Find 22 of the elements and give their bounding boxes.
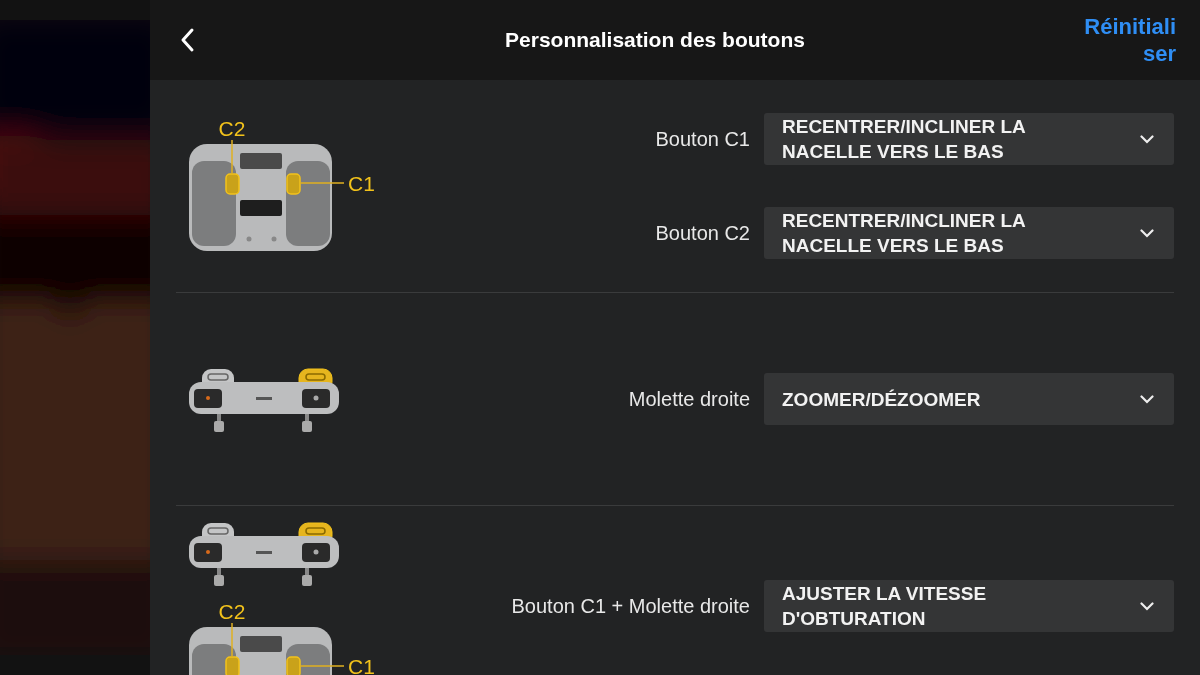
chevron-down-icon — [1140, 394, 1154, 404]
leader-line — [231, 139, 233, 175]
reset-button[interactable]: Réinitialiser — [1080, 13, 1176, 67]
callout-label: C2 — [218, 117, 246, 140]
setting-label: Molette droite — [628, 387, 750, 411]
setting-label: Bouton C1 + Molette droite — [511, 594, 750, 618]
page-title: Personnalisation des boutons — [504, 28, 806, 52]
leader-line — [299, 665, 345, 667]
callout-label: C1 — [348, 172, 375, 195]
dropdown[interactable]: RECENTRER/INCLINER LA NACELLE VERS LE BAS — [764, 113, 1174, 165]
setting-label: Bouton C1 — [655, 127, 750, 151]
chevron-down-icon — [1140, 228, 1154, 238]
dropdown[interactable]: AJUSTER LA VITESSE D'OBTURATION — [764, 580, 1174, 632]
dropdown[interactable]: ZOOMER/DÉZOOMER — [764, 373, 1174, 425]
leader-line — [299, 182, 345, 184]
leader-line — [231, 622, 233, 658]
callout-label: C1 — [348, 655, 375, 675]
chevron-down-icon — [1140, 601, 1154, 611]
callout-label: C2 — [218, 600, 246, 623]
dropdown[interactable]: RECENTRER/INCLINER LA NACELLE VERS LE BAS — [764, 207, 1174, 259]
setting-label: Bouton C2 — [655, 221, 750, 245]
chevron-down-icon — [1140, 134, 1154, 144]
